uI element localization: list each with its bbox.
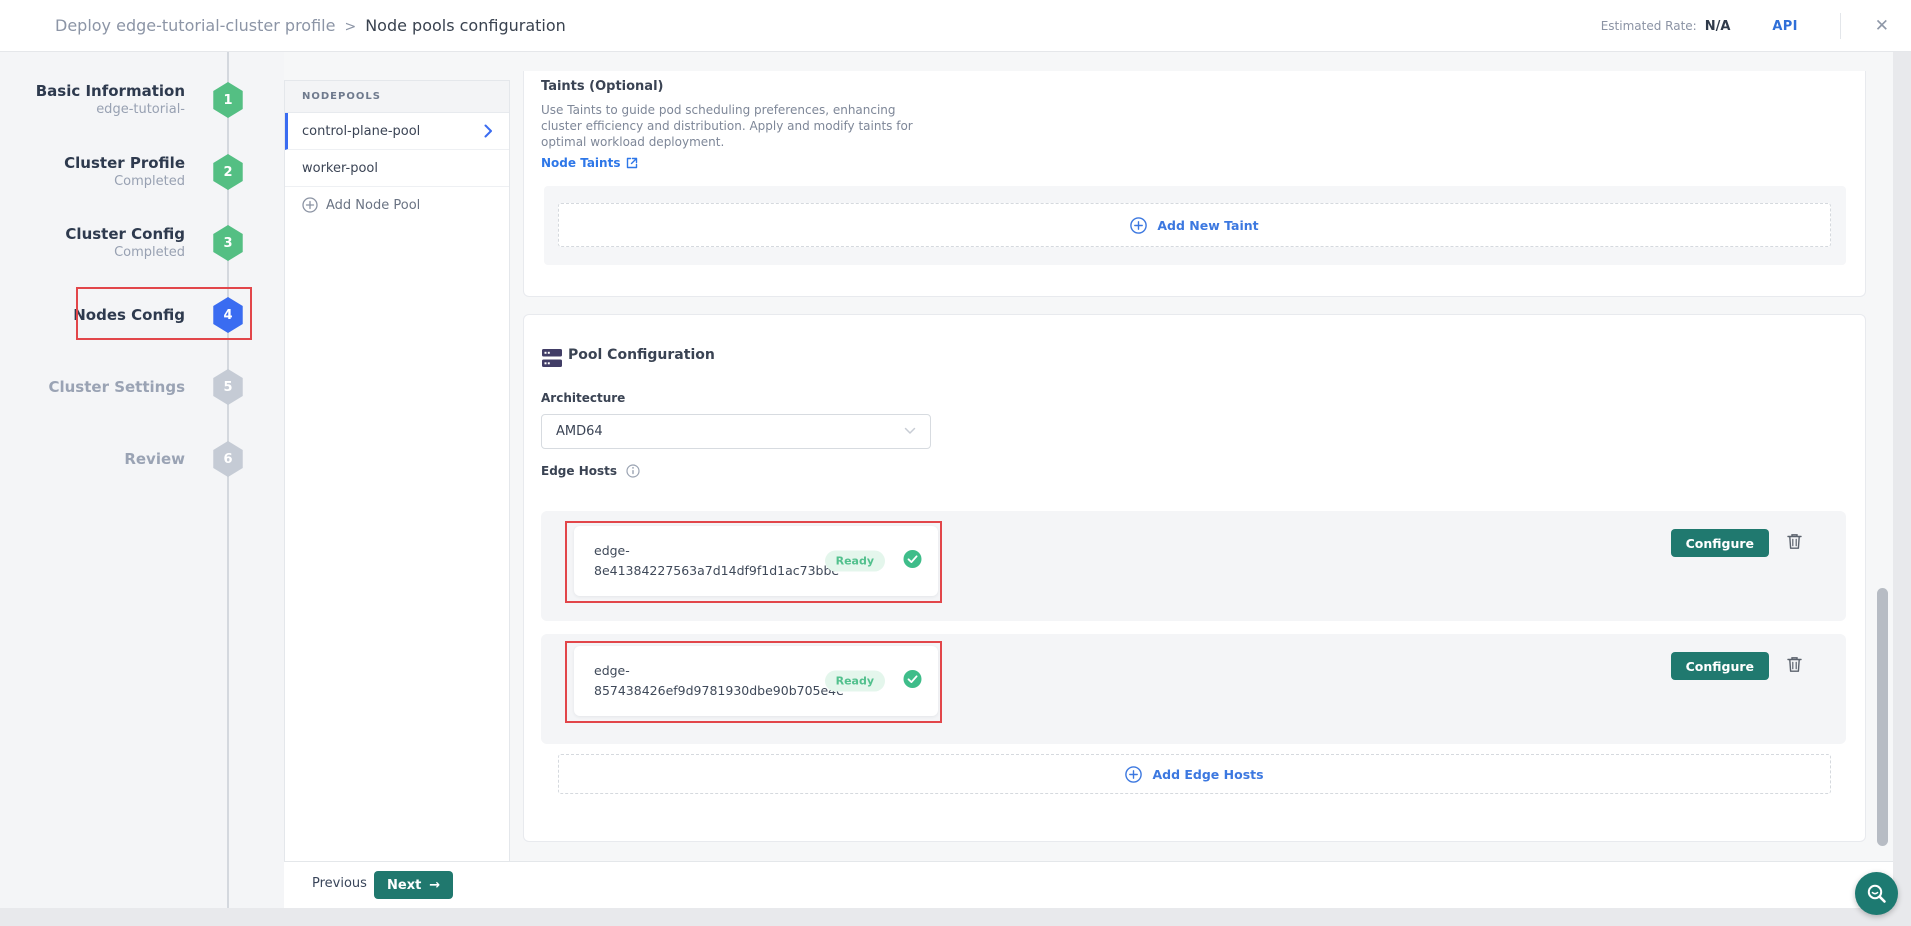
magnifier-smile-icon [1865, 882, 1889, 906]
step-label: Cluster Profile [64, 154, 185, 173]
step-4-badge: 4 [212, 297, 244, 333]
step-sublabel: edge-tutorial- [96, 101, 185, 118]
next-button-label: Next [387, 878, 421, 893]
taints-section-card: Taints (Optional) Use Taints to guide po… [523, 71, 1866, 297]
nodepools-panel: NODEPOOLS control-plane-pool worker-pool… [284, 80, 510, 861]
nodepool-item-control-plane-pool[interactable]: control-plane-pool [285, 113, 509, 150]
next-button[interactable]: Next → [374, 871, 453, 899]
step-cluster-profile[interactable]: Cluster Profile Completed [15, 150, 185, 194]
edge-host-row: edge-8e41384227563a7d14df9f1d1ac73bbe Re… [541, 511, 1846, 621]
plus-circle-icon [302, 197, 318, 213]
breadcrumb-separator: > [344, 19, 356, 35]
status-badge: Ready [825, 551, 885, 572]
vertical-scrollbar-thumb[interactable] [1877, 588, 1888, 846]
edge-host-name: edge-857438426ef9d9781930dbe90b705e4e [594, 661, 850, 701]
configure-button[interactable]: Configure [1671, 529, 1769, 557]
step-1-badge: 1 [212, 82, 244, 118]
plus-circle-icon [1125, 766, 1142, 783]
step-cluster-config[interactable]: Cluster Config Completed [15, 221, 185, 265]
close-icon[interactable]: ✕ [1871, 14, 1893, 39]
breadcrumb: Deploy edge-tutorial-cluster profile > Nod… [55, 16, 566, 35]
breadcrumb-profile: Deploy edge-tutorial-cluster profile [55, 16, 335, 35]
step-cluster-settings[interactable]: Cluster Settings [15, 365, 185, 409]
wizard-body: Basic Information edge-tutorial- 1 Clust… [0, 52, 1893, 908]
architecture-label: Architecture [541, 391, 625, 405]
node-taints-link[interactable]: Node Taints [541, 156, 638, 170]
estimated-rate-label: Estimated Rate: [1601, 19, 1697, 33]
check-circle-icon [903, 550, 922, 573]
edge-host-card: edge-8e41384227563a7d14df9f1d1ac73bbe Re… [574, 526, 938, 596]
steps-sidebar: Basic Information edge-tutorial- 1 Clust… [0, 52, 284, 908]
step-3-badge: 3 [212, 225, 244, 261]
step-number: 5 [212, 369, 244, 405]
taints-heading: Taints (Optional) [541, 79, 663, 94]
chevron-down-icon [904, 424, 916, 439]
plus-circle-icon [1130, 217, 1147, 234]
add-node-pool-button[interactable]: Add Node Pool [285, 187, 509, 223]
add-edge-hosts-button[interactable]: Add Edge Hosts [558, 754, 1831, 794]
configure-button[interactable]: Configure [1671, 652, 1769, 680]
edge-host-row: edge-857438426ef9d9781930dbe90b705e4e Re… [541, 634, 1846, 744]
edge-host-card: edge-857438426ef9d9781930dbe90b705e4e Re… [574, 646, 938, 716]
step-basic-information[interactable]: Basic Information edge-tutorial- [15, 78, 185, 122]
help-search-button[interactable] [1855, 872, 1898, 915]
wizard-header: Deploy edge-tutorial-cluster profile > Nod… [0, 0, 1911, 52]
page-title: Node pools configuration [365, 16, 566, 35]
step-number: 2 [212, 154, 244, 190]
check-circle-icon [903, 670, 922, 693]
step-number: 6 [212, 441, 244, 477]
wizard-footer: Previous Next → [284, 861, 1893, 908]
edge-host-name: edge-8e41384227563a7d14df9f1d1ac73bbe [594, 541, 850, 581]
trash-icon[interactable] [1787, 533, 1802, 554]
external-link-icon [626, 157, 638, 169]
architecture-value: AMD64 [556, 424, 603, 439]
step-label: Cluster Settings [48, 378, 185, 397]
add-edge-hosts-label: Add Edge Hosts [1152, 767, 1263, 782]
trash-icon[interactable] [1787, 656, 1802, 677]
pool-configuration-heading: Pool Configuration [568, 347, 715, 363]
node-taints-link-label: Node Taints [541, 156, 620, 170]
step-number: 4 [212, 297, 244, 333]
step-label: Basic Information [36, 82, 185, 101]
step-review[interactable]: Review [15, 437, 185, 481]
step-number: 3 [212, 225, 244, 261]
step-number: 1 [212, 82, 244, 118]
nodepool-label: control-plane-pool [302, 124, 420, 139]
add-new-taint-button[interactable]: Add New Taint [558, 203, 1831, 247]
deploy-cluster-wizard: Deploy edge-tutorial-cluster profile > Nod… [0, 0, 1911, 926]
add-new-taint-label: Add New Taint [1157, 218, 1258, 233]
pool-configuration-card: Pool Configuration Architecture AMD64 Ed… [523, 314, 1866, 842]
api-link[interactable]: API [1772, 19, 1797, 34]
estimated-rate-value: N/A [1705, 19, 1731, 34]
nodepool-label: worker-pool [302, 161, 378, 176]
step-6-badge: 6 [212, 441, 244, 477]
step-sublabel: Completed [114, 244, 185, 261]
info-icon [626, 464, 640, 478]
nodepool-item-worker-pool[interactable]: worker-pool [285, 150, 509, 187]
architecture-select[interactable]: AMD64 [541, 414, 931, 449]
add-node-pool-label: Add Node Pool [326, 198, 420, 213]
taints-description: Use Taints to guide pod scheduling prefe… [541, 102, 919, 150]
step-nodes-config[interactable]: Nodes Config [15, 293, 185, 337]
step-5-badge: 5 [212, 369, 244, 405]
header-divider [1840, 13, 1841, 39]
server-stack-icon [541, 348, 563, 372]
step-2-badge: 2 [212, 154, 244, 190]
arrow-right-icon: → [429, 878, 440, 893]
step-sublabel: Completed [114, 173, 185, 190]
chevron-right-icon [484, 124, 493, 142]
nodepools-header: NODEPOOLS [285, 81, 509, 113]
edge-hosts-label: Edge Hosts [541, 464, 617, 478]
step-label: Review [124, 450, 185, 469]
step-label: Cluster Config [65, 225, 185, 244]
previous-button[interactable]: Previous [312, 876, 367, 891]
step-label: Nodes Config [73, 306, 185, 325]
status-badge: Ready [825, 671, 885, 692]
taints-empty-area: Add New Taint [544, 186, 1846, 265]
